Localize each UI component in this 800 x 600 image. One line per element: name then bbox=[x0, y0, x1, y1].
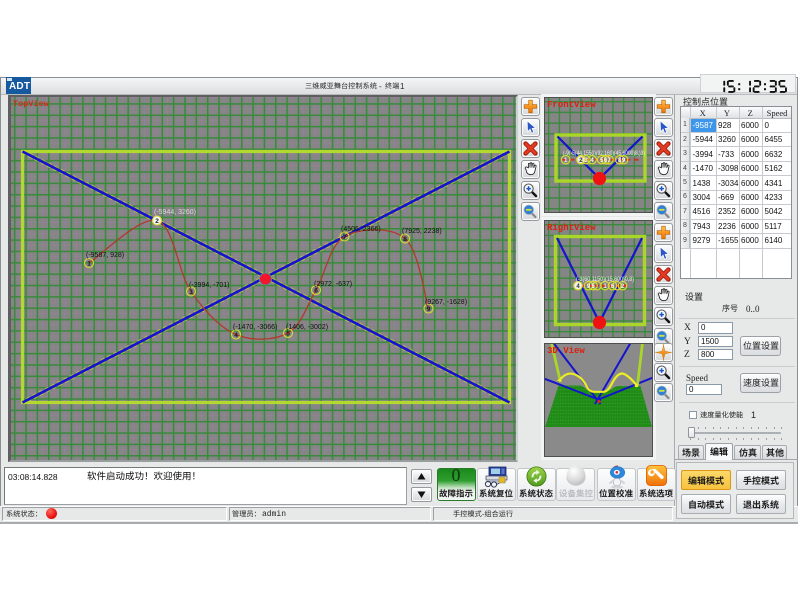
svg-text:RightView: RightView bbox=[547, 223, 596, 233]
svg-text:(-5944, 3260): (-5944, 3260) bbox=[154, 209, 196, 216]
svg-text:(-3(60,1150)(15,600)0,8): (-3(60,1150)(15,600)0,8) bbox=[576, 276, 634, 283]
svg-text:(7925, 2238): (7925, 2238) bbox=[402, 228, 442, 235]
svg-text:4: 4 bbox=[234, 332, 238, 339]
svg-text:(1406, -3002): (1406, -3002) bbox=[286, 324, 328, 331]
svg-text:(-3994, -701): (-3994, -701) bbox=[189, 282, 229, 289]
svg-text:(-9(-5(44,1550)(92,160)(45,600: (-9(-5(44,1550)(92,160)(45,6000)8,)3) bbox=[563, 150, 645, 157]
svg-text:6: 6 bbox=[314, 287, 318, 294]
svg-text:(-9587, 928): (-9587, 928) bbox=[86, 252, 124, 259]
svg-text:(4506, 2366): (4506, 2366) bbox=[341, 226, 381, 233]
svg-text:1: 1 bbox=[87, 260, 91, 267]
svg-text:3: 3 bbox=[189, 289, 193, 296]
svg-text:8: 8 bbox=[403, 236, 407, 243]
svg-text:7: 7 bbox=[343, 234, 347, 241]
svg-text:TopView: TopView bbox=[13, 99, 50, 109]
svg-text:FrontView: FrontView bbox=[547, 100, 596, 110]
svg-text:3D View: 3D View bbox=[547, 346, 585, 356]
svg-text:(-1470, -3066): (-1470, -3066) bbox=[233, 324, 277, 331]
svg-text:(2972, -637): (2972, -637) bbox=[314, 281, 352, 288]
svg-text:2: 2 bbox=[155, 218, 159, 225]
svg-text:9: 9 bbox=[427, 306, 431, 313]
svg-text:(9267, -1628): (9267, -1628) bbox=[425, 299, 467, 306]
svg-text:5: 5 bbox=[286, 330, 290, 337]
